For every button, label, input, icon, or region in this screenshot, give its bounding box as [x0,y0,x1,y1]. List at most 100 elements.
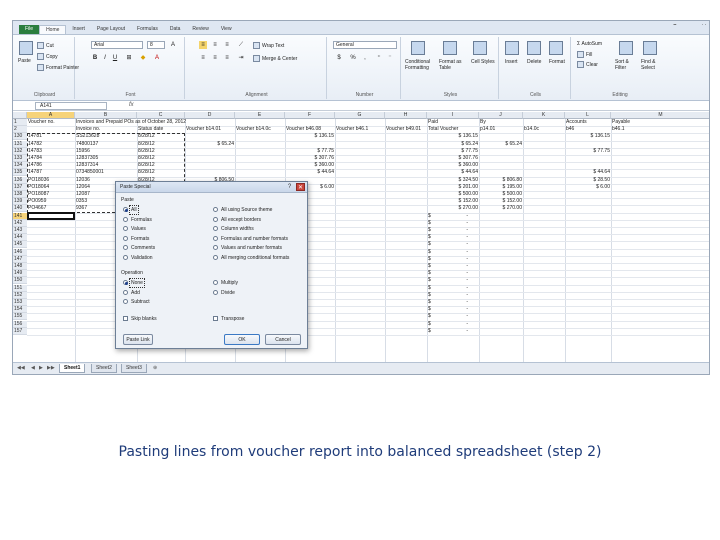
delete-button[interactable]: Delete [527,59,541,65]
cell[interactable]: Voucher b14.01 [186,126,234,133]
cell[interactable]: $ 201.00 [428,184,478,191]
merge-center-button[interactable]: Merge & Center [253,55,297,62]
cell[interactable]: Voucher b46.1 [336,126,384,133]
column-header[interactable]: K [523,112,565,119]
tab-file[interactable]: File [19,25,40,34]
number-format-select[interactable]: General [333,41,397,49]
cell[interactable]: - [428,299,468,306]
borders-icon[interactable]: ⊞ [125,54,133,62]
row-header[interactable]: 142 [13,219,27,227]
paste-option[interactable]: All merging conditional formats [213,255,289,262]
row-header[interactable]: 135 [13,169,27,177]
fx-icon[interactable]: fx [129,102,134,108]
cell[interactable]: $ 65.24 [186,141,234,148]
column-header[interactable]: G [335,112,385,119]
cell[interactable]: Paid [428,119,478,126]
cell[interactable]: $ 307.76 [286,155,334,162]
row-header[interactable]: 151 [13,284,27,292]
tab-view[interactable]: View [215,25,238,34]
column-header[interactable]: M [611,112,709,119]
row-header[interactable]: 2 [13,126,27,134]
tab-formulas[interactable]: Formulas [131,25,164,34]
font-name-select[interactable]: Arial [91,41,143,49]
paste-option[interactable]: Formulas and number formats [213,236,288,243]
align-right-icon[interactable]: ≡ [223,54,231,62]
cell[interactable]: $ 270.00 [428,205,478,212]
paste-button[interactable]: Paste [18,58,31,64]
font-size-select[interactable]: 8 [147,41,165,49]
cell[interactable]: - [428,263,468,270]
paste-option[interactable]: All except borders [213,217,261,224]
row-header[interactable]: 149 [13,270,27,278]
cell[interactable]: $ 65.24 [480,141,522,148]
autosum-button[interactable]: Σ AutoSum [577,41,602,47]
cell[interactable]: - [428,241,468,248]
increase-decimal-icon[interactable]: ⁺ [375,54,383,62]
cell[interactable]: $ 360.00 [428,162,478,169]
cell[interactable]: $ 152.00 [428,198,478,205]
select-all-corner[interactable] [13,112,27,119]
format-painter-button[interactable]: Format Painter [37,64,79,71]
tab-review[interactable]: Review [186,25,214,34]
operation-option[interactable]: Multiply [213,280,238,287]
align-middle-icon[interactable]: ≡ [211,41,219,49]
column-header[interactable]: E [235,112,285,119]
format-as-table-icon[interactable] [443,41,457,55]
cell[interactable]: b46 [566,126,610,133]
row-header[interactable]: 154 [13,306,27,314]
row-header[interactable]: 144 [13,234,27,242]
cell[interactable]: $ 806.80 [480,177,522,184]
paste-option[interactable]: Formulas [123,217,152,224]
align-bottom-icon[interactable]: ≡ [223,41,231,49]
row-header[interactable]: 130 [13,133,27,141]
row-header[interactable]: 136 [13,176,27,184]
row-header[interactable]: 140 [13,205,27,213]
first-sheet-icon[interactable]: ◀◀ [17,365,25,371]
font-color-icon[interactable]: A [153,54,161,62]
italic-button[interactable]: I [101,54,109,62]
row-header[interactable]: 141 [13,212,27,220]
row-header[interactable]: 132 [13,147,27,155]
cell-styles-icon[interactable] [473,41,487,55]
align-center-icon[interactable]: ≡ [211,54,219,62]
cell[interactable]: Voucher b46.08 [286,126,334,133]
ok-button[interactable]: OK [224,334,260,345]
paste-option[interactable]: Values and number formats [213,245,282,252]
cell[interactable]: $ 65.24 [428,141,478,148]
name-box[interactable]: A141 [35,102,107,110]
cell[interactable]: - [428,270,468,277]
insert-sheet-icon[interactable]: ⊕ [153,365,157,371]
cell[interactable]: Accounts [566,119,610,126]
prev-sheet-icon[interactable]: ◀ [31,365,35,371]
row-header[interactable]: 134 [13,162,27,170]
cell[interactable]: $ 44.64 [428,169,478,176]
sort-filter-icon[interactable] [619,41,633,55]
row-header[interactable]: 139 [13,198,27,206]
cell[interactable]: $ 324.50 [428,177,478,184]
cell[interactable]: $ 136.15 [566,133,610,140]
find-select-button[interactable]: Find & Select [641,59,665,71]
cell[interactable]: $ 44.64 [286,169,334,176]
paste-option[interactable]: Column widths [213,226,254,233]
active-cell-a141[interactable] [27,211,75,220]
tab-page-layout[interactable]: Page Layout [91,25,131,34]
cell[interactable]: By [480,119,522,126]
column-header[interactable]: H [385,112,427,119]
wrap-text-button[interactable]: Wrap Text [253,42,284,49]
paste-link-button[interactable]: Paste Link [123,334,153,345]
conditional-formatting-button[interactable]: Conditional Formatting [405,59,437,71]
cell[interactable]: $ 360.00 [286,162,334,169]
cell[interactable]: $ 77.75 [566,148,610,155]
format-as-table-button[interactable]: Format as Table [439,59,469,71]
cut-button[interactable]: Cut [37,42,54,49]
fill-button[interactable]: Fill [577,51,592,58]
cell[interactable]: - [428,213,468,220]
row-header[interactable]: 157 [13,327,27,335]
row-header[interactable]: 153 [13,299,27,306]
cell[interactable]: - [428,220,468,227]
cell[interactable]: - [428,277,468,284]
operation-option[interactable]: Add [123,290,140,297]
row-header[interactable]: 138 [13,191,27,198]
cell[interactable]: - [428,227,468,234]
row-header[interactable]: 152 [13,291,27,299]
